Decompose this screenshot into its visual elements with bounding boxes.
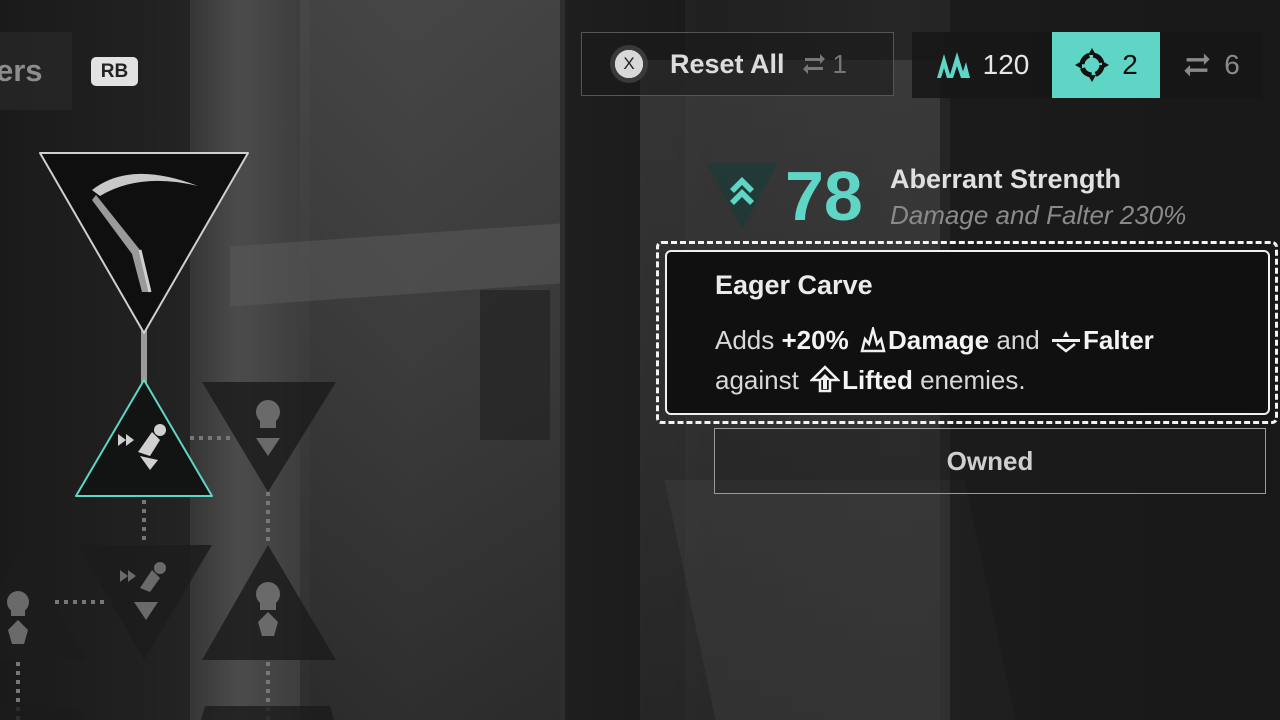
upgrade-title: Eager Carve [715, 270, 873, 300]
upgrade-card[interactable]: Eager Carve Adds +20% Damage and Falter … [665, 250, 1270, 415]
strength-rank-icon [706, 163, 778, 229]
damage-keyword: Damage [887, 325, 990, 355]
owned-status-button[interactable]: Owned [714, 428, 1266, 494]
bonus-amount: +20% [781, 325, 849, 355]
damage-icon [860, 327, 886, 353]
dash-node-lower[interactable] [78, 545, 212, 660]
reset-cost: 1 [801, 49, 847, 80]
currency-bar: 120 2 6 [912, 32, 1262, 98]
lifted-keyword: Lifted [842, 365, 913, 395]
falter-keyword: Falter [1082, 325, 1154, 355]
skull-node-lower[interactable] [202, 545, 336, 660]
stat-value: 78 [785, 157, 863, 235]
currency-respec: 6 [1160, 32, 1262, 98]
currency-spire-value: 120 [982, 49, 1030, 80]
spire-icon [936, 52, 970, 78]
gear-ring-icon [1075, 48, 1110, 82]
reset-cost-value: 1 [832, 48, 848, 79]
currency-gear[interactable]: 2 [1052, 32, 1160, 98]
lifted-icon [810, 365, 841, 393]
respec-icon [1184, 53, 1210, 77]
currency-respec-value: 6 [1224, 49, 1240, 80]
scythe-root-node[interactable] [39, 152, 249, 334]
respec-icon [802, 54, 825, 74]
reset-all-button[interactable]: X Reset All 1 [581, 32, 894, 96]
falter-icon [1051, 331, 1080, 353]
skull-node-upper[interactable] [202, 382, 336, 492]
currency-gear-value: 2 [1122, 49, 1138, 80]
upgrade-description: Adds +20% Damage and Falter against Lift… [715, 325, 1154, 395]
currency-spire: 120 [912, 32, 1052, 98]
stat-name: Aberrant Strength [890, 164, 1122, 194]
x-button-icon: X [610, 45, 648, 83]
skill-tree [0, 152, 336, 720]
stat-description: Damage and Falter 230% [890, 200, 1187, 230]
reset-all-label: Reset All [670, 48, 785, 79]
